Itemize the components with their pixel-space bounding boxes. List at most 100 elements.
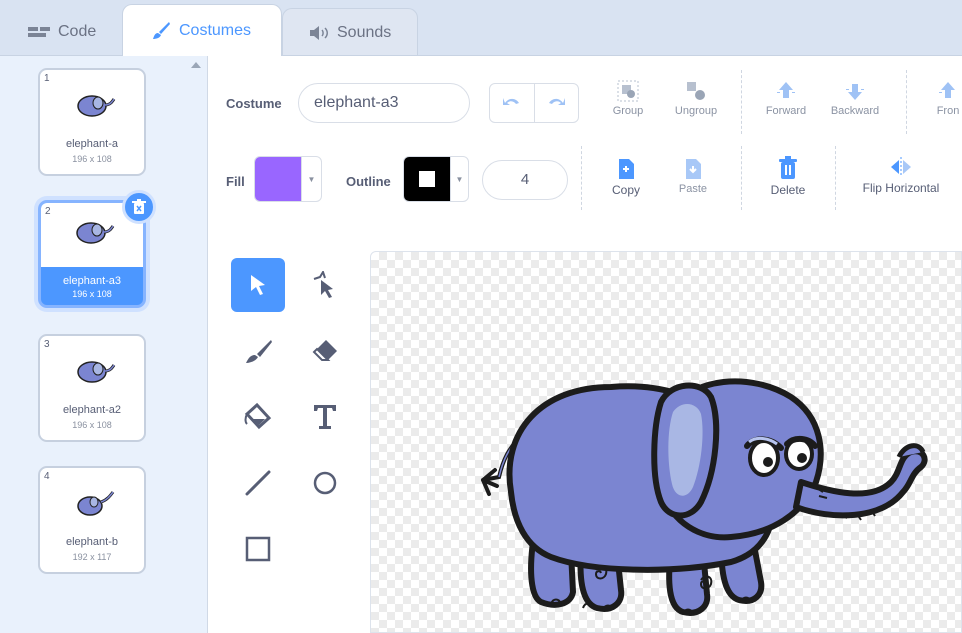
backward-label: Backward [830,105,880,117]
flip-horizontal-icon [891,157,911,177]
costume-name: elephant-b [66,536,118,548]
costume-list[interactable]: 1 elephant-a 196 x 108 2 elephant-a3 196… [0,56,186,633]
delete-label: Delete [770,183,806,197]
paste-button[interactable]: Paste [668,158,718,195]
circle-tool[interactable] [298,456,352,510]
outline-color-swatch [404,157,450,201]
tab-costumes-label: Costumes [179,21,252,39]
costume-index: 2 [45,206,51,217]
speaker-icon [310,25,328,40]
tab-code-label: Code [58,23,97,40]
arrow-up-icon [777,82,795,98]
toolbar-divider [581,146,583,210]
redo-button[interactable] [533,84,579,122]
arrow-cursor-icon [251,275,265,295]
flip-horizontal-label: Flip Horizontal [862,181,940,195]
fill-label: Fill [226,174,245,189]
backward-button[interactable]: Backward [822,80,888,117]
forward-button[interactable]: Forward [756,80,816,117]
toolbar-divider [906,70,908,134]
costume-index: 4 [44,471,50,482]
tab-costumes[interactable]: Costumes [122,4,282,56]
brush-icon [246,340,272,363]
toolbar-divider [741,70,743,134]
toolbar-divider [741,146,743,210]
fill-tool[interactable] [231,390,285,444]
line-icon [245,470,271,496]
redo-icon [549,98,566,105]
paste-label: Paste [678,183,708,195]
costume-size: 196 x 108 [72,420,112,430]
undo-redo-group [489,83,579,123]
tab-sounds[interactable]: Sounds [282,8,418,56]
trash-icon [132,199,146,214]
costume-size: 196 x 108 [72,289,112,299]
fill-color-picker[interactable]: ▼ [254,156,322,202]
tab-bar: Code Sounds Costumes [0,0,962,56]
delete-button[interactable]: Delete [760,156,816,197]
elephant-thumbnail [77,491,115,516]
eraser-tool[interactable] [298,324,352,378]
eraser-icon [312,340,337,361]
costume-name: elephant-a3 [62,275,122,287]
costume-card-3[interactable]: 3 elephant-a2 196 x 108 [38,334,146,442]
costume-card-4[interactable]: 4 elephant-b 192 x 117 [38,466,146,574]
outline-label: Outline [346,174,391,189]
front-button[interactable]: Fron [928,80,962,117]
code-icon [28,27,50,37]
costume-label: Costume [226,96,282,111]
brush-icon [153,21,170,39]
rectangle-icon [245,536,271,562]
toolbar-divider [835,146,837,210]
copy-button[interactable]: Copy [603,158,649,197]
elephant-thumbnail [77,95,116,117]
group-icon [617,80,639,102]
elephant-thumbnail [77,361,116,383]
tab-sounds-label: Sounds [337,23,392,41]
copy-label: Copy [611,183,640,197]
delete-costume-button[interactable] [122,190,156,224]
tab-code[interactable]: Code [0,8,128,56]
outline-width-input[interactable]: 4 [482,160,568,200]
group-label: Group [612,105,644,117]
reshape-tool[interactable] [298,258,352,312]
flip-horizontal-button[interactable]: Flip Horizontal [853,156,949,195]
elephant-thumbnail [76,222,115,244]
outline-color-picker[interactable]: ▼ [403,156,469,202]
costume-name: elephant-a [66,138,118,150]
paint-bucket-icon [244,402,272,430]
line-tool[interactable] [231,456,285,510]
arrow-down-icon [846,84,864,100]
front-label: Fron [936,105,960,117]
chevron-down-icon: ▼ [301,157,321,201]
forward-label: Forward [765,105,807,117]
scroll-up-arrow-icon[interactable] [191,62,201,68]
circle-icon [313,471,337,495]
costume-size: 196 x 108 [72,154,112,164]
ungroup-icon [687,82,705,100]
brush-tool[interactable] [231,324,285,378]
arrow-to-front-icon [939,82,955,98]
fill-color-swatch [255,157,301,201]
trash-icon [779,156,797,179]
undo-icon [502,98,519,105]
text-tool[interactable] [298,390,352,444]
costume-size: 192 x 117 [72,552,112,562]
group-button[interactable]: Group [603,80,653,117]
elephant-costume-image [481,378,928,616]
text-icon [314,405,336,429]
select-tool[interactable] [231,258,285,312]
rectangle-tool[interactable] [231,522,285,576]
costume-name-input[interactable]: elephant-a3 [298,83,470,123]
reshape-icon [313,271,333,298]
costume-list-scrollbar[interactable] [185,56,208,633]
undo-button[interactable] [490,84,534,122]
costume-card-1[interactable]: 1 elephant-a 196 x 108 [38,68,146,176]
costume-index: 1 [44,73,50,84]
paste-icon [686,159,701,179]
ungroup-label: Ungroup [674,105,718,117]
drawing-canvas[interactable] [370,251,962,633]
copy-icon [619,159,634,179]
ungroup-button[interactable]: Ungroup [666,80,726,117]
chevron-down-icon: ▼ [450,157,468,201]
